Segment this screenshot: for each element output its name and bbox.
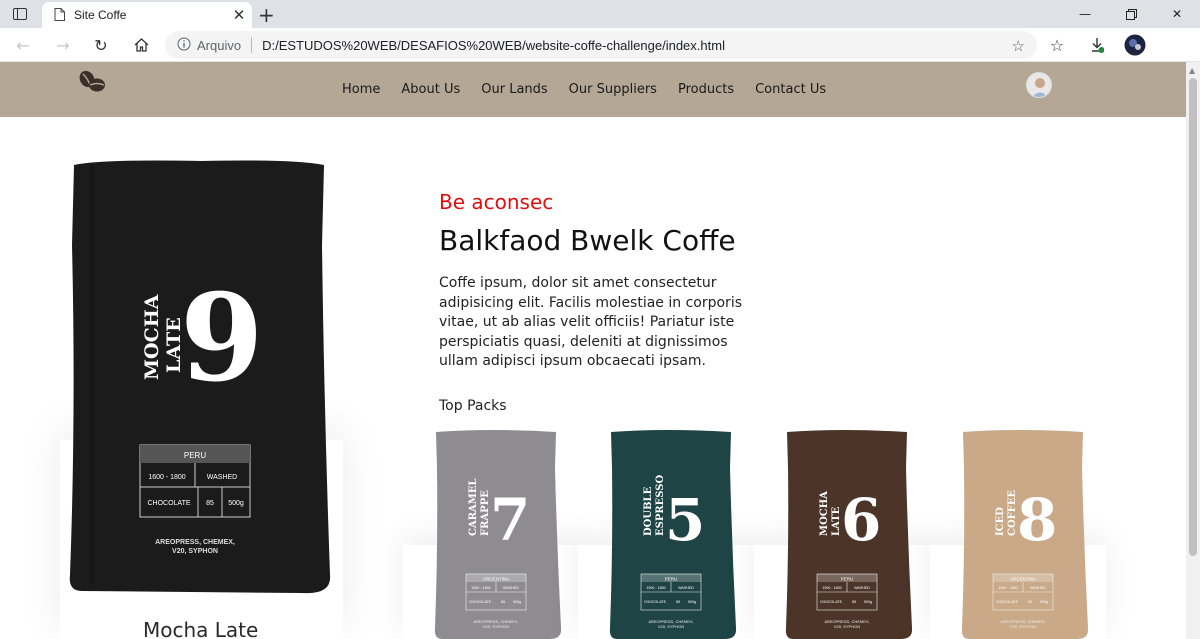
favorites-icon[interactable]: ☆ [1046, 35, 1068, 55]
address-bar: ← → ↻ Arquivo D:/ESTUDOS%20WEB/DESAFIOS%… [0, 28, 1200, 62]
page-icon [54, 6, 65, 25]
pack-score: 85 [676, 600, 680, 604]
pack-weight: 500g [1040, 600, 1048, 604]
pack-weight: 500g [688, 600, 696, 604]
restore-icon[interactable] [1108, 0, 1154, 28]
window-controls: — ✕ [1062, 0, 1200, 28]
intro-paragraph: Coffe ipsum, dolor sit amet consectetur … [439, 275, 742, 369]
home-icon[interactable] [130, 35, 152, 55]
pack-flavor: CHOCOLATE [469, 600, 492, 604]
hero-bag-process: WASHED [207, 474, 237, 481]
pack-methods-line2: V20, SYPHON [1010, 624, 1036, 629]
info-icon[interactable] [177, 36, 191, 55]
favorite-add-icon[interactable]: ☆ [1012, 37, 1025, 55]
url-field[interactable]: Arquivo D:/ESTUDOS%20WEB/DESAFIOS%20WEB/… [165, 31, 1037, 59]
hero-bag-altitude: 1600 - 1800 [148, 474, 185, 481]
nav-home[interactable]: Home [342, 82, 380, 97]
main-nav: Home About Us Our Lands Our Suppliers Pr… [342, 82, 847, 97]
pack-score: 85 [1028, 600, 1032, 604]
pack-altitude: 1900 - 1800 [822, 586, 841, 590]
downloads-icon[interactable] [1086, 35, 1108, 55]
pack-number: 7 [490, 486, 530, 554]
avatar[interactable] [1026, 72, 1052, 98]
page-title: Balkfaod Bwelk Coffe [439, 224, 736, 257]
hero-bag-number: 9 [180, 268, 264, 409]
pack-line1: ICED [995, 507, 1006, 536]
pack-score: 85 [852, 600, 856, 604]
nav-contact-us[interactable]: Contact Us [755, 82, 826, 97]
pack-flavor: CHOCOLATE [820, 600, 843, 604]
back-icon[interactable]: ← [12, 35, 34, 55]
top-packs-label: Top Packs [439, 398, 507, 414]
pack-methods-line2: V20, SYPHON [834, 624, 860, 629]
pack-number: 6 [841, 486, 881, 554]
url-scheme-label: Arquivo [197, 37, 242, 53]
url-divider [251, 37, 253, 53]
sidebar-toggle-icon[interactable] [8, 5, 32, 23]
reload-icon[interactable]: ↻ [90, 35, 112, 55]
pack-line1: DOUBLE [643, 486, 654, 536]
pack-origin: ARGENTINA [1010, 577, 1036, 582]
browser-tab-bar: Site Coffe ✕ + — ✕ [0, 0, 1200, 28]
pack-item[interactable]: DOUBLE ESPRESSO 5 PERU 1900 - 1800 WASHED CHOC… [607, 428, 739, 639]
hero-bag-origin: PERU [184, 451, 206, 460]
hero-product-name: Mocha Late [143, 618, 259, 639]
pack-process: WASHED [854, 586, 870, 590]
hero-bag-weight: 500g [228, 500, 244, 507]
pack-flavor: CHOCOLATE [644, 600, 667, 604]
pack-altitude: 1900 - 1800 [471, 586, 490, 590]
pack-methods-line2: V20, SYPHON [658, 624, 684, 629]
eyebrow-text: Be aconsec [439, 190, 554, 214]
pack-process: WASHED [503, 586, 519, 590]
pack-origin: ARGENTINA [483, 577, 509, 582]
hero-bag-brand-line1: MOCHA [141, 294, 163, 380]
pack-score: 85 [501, 600, 505, 604]
nav-our-lands[interactable]: Our Lands [481, 82, 547, 97]
scroll-thumb[interactable] [1189, 78, 1197, 556]
forward-icon[interactable]: → [52, 35, 74, 55]
pack-methods-line2: V20, SYPHON [483, 624, 509, 629]
pack-origin: PERU [665, 577, 678, 582]
hero-bag-methods-line2: V20, SYPHON [172, 548, 218, 555]
site-header: Home About Us Our Lands Our Suppliers Pr… [0, 62, 1186, 117]
pack-item[interactable]: CARAMEL FRAPPE 7 ARGENTINA 1900 - 1800 WASHED… [432, 428, 564, 639]
hero-bag-flavor: CHOCOLATE [147, 500, 190, 507]
pack-altitude: 1900 - 1800 [998, 586, 1017, 590]
pack-process: WASHED [678, 586, 694, 590]
pack-flavor: CHOCOLATE [996, 600, 1019, 604]
nav-about-us[interactable]: About Us [401, 82, 460, 97]
close-window-icon[interactable]: ✕ [1154, 0, 1200, 28]
nav-products[interactable]: Products [678, 82, 734, 97]
pack-process: WASHED [1030, 586, 1046, 590]
url-text[interactable]: D:/ESTUDOS%20WEB/DESAFIOS%20WEB/website-… [262, 38, 725, 53]
pack-line1: CARAMEL [468, 478, 479, 536]
tab-site-coffe[interactable]: Site Coffe ✕ [42, 2, 252, 28]
hero-bag-score: 85 [206, 500, 214, 507]
pack-altitude: 1900 - 1800 [646, 586, 665, 590]
pack-line1: MOCHA [819, 491, 830, 536]
pack-weight: 500g [513, 600, 521, 604]
pack-number: 8 [1017, 486, 1057, 554]
plus-icon[interactable]: + [258, 3, 275, 27]
hero-bag-methods-line1: AREOPRESS, CHEMEX, [155, 539, 235, 546]
page-scrollbar[interactable]: ▲ [1186, 62, 1200, 639]
pack-origin: PERU [841, 577, 854, 582]
profile-icon[interactable] [1124, 34, 1146, 56]
pack-weight: 500g [864, 600, 872, 604]
pack-item[interactable]: ICED COFFEE 8 ARGENTINA 1900 - 1800 WASHED CHO… [959, 428, 1091, 639]
minimize-icon[interactable]: — [1062, 0, 1108, 28]
tab-title: Site Coffe [74, 8, 127, 22]
pack-number: 5 [665, 486, 705, 554]
close-icon[interactable]: ✕ [226, 6, 252, 24]
nav-our-suppliers[interactable]: Our Suppliers [569, 82, 657, 97]
hero-product-bag[interactable]: MOCHA LATE 9 PERU 1600 - 1800 WASHED CHO… [62, 155, 352, 601]
scroll-up-icon[interactable]: ▲ [1189, 66, 1195, 75]
coffee-beans-logo[interactable] [78, 70, 108, 94]
pack-item[interactable]: MOCHA LATE 6 PERU 1900 - 1800 WASHED CHOCOLATE… [783, 428, 915, 639]
